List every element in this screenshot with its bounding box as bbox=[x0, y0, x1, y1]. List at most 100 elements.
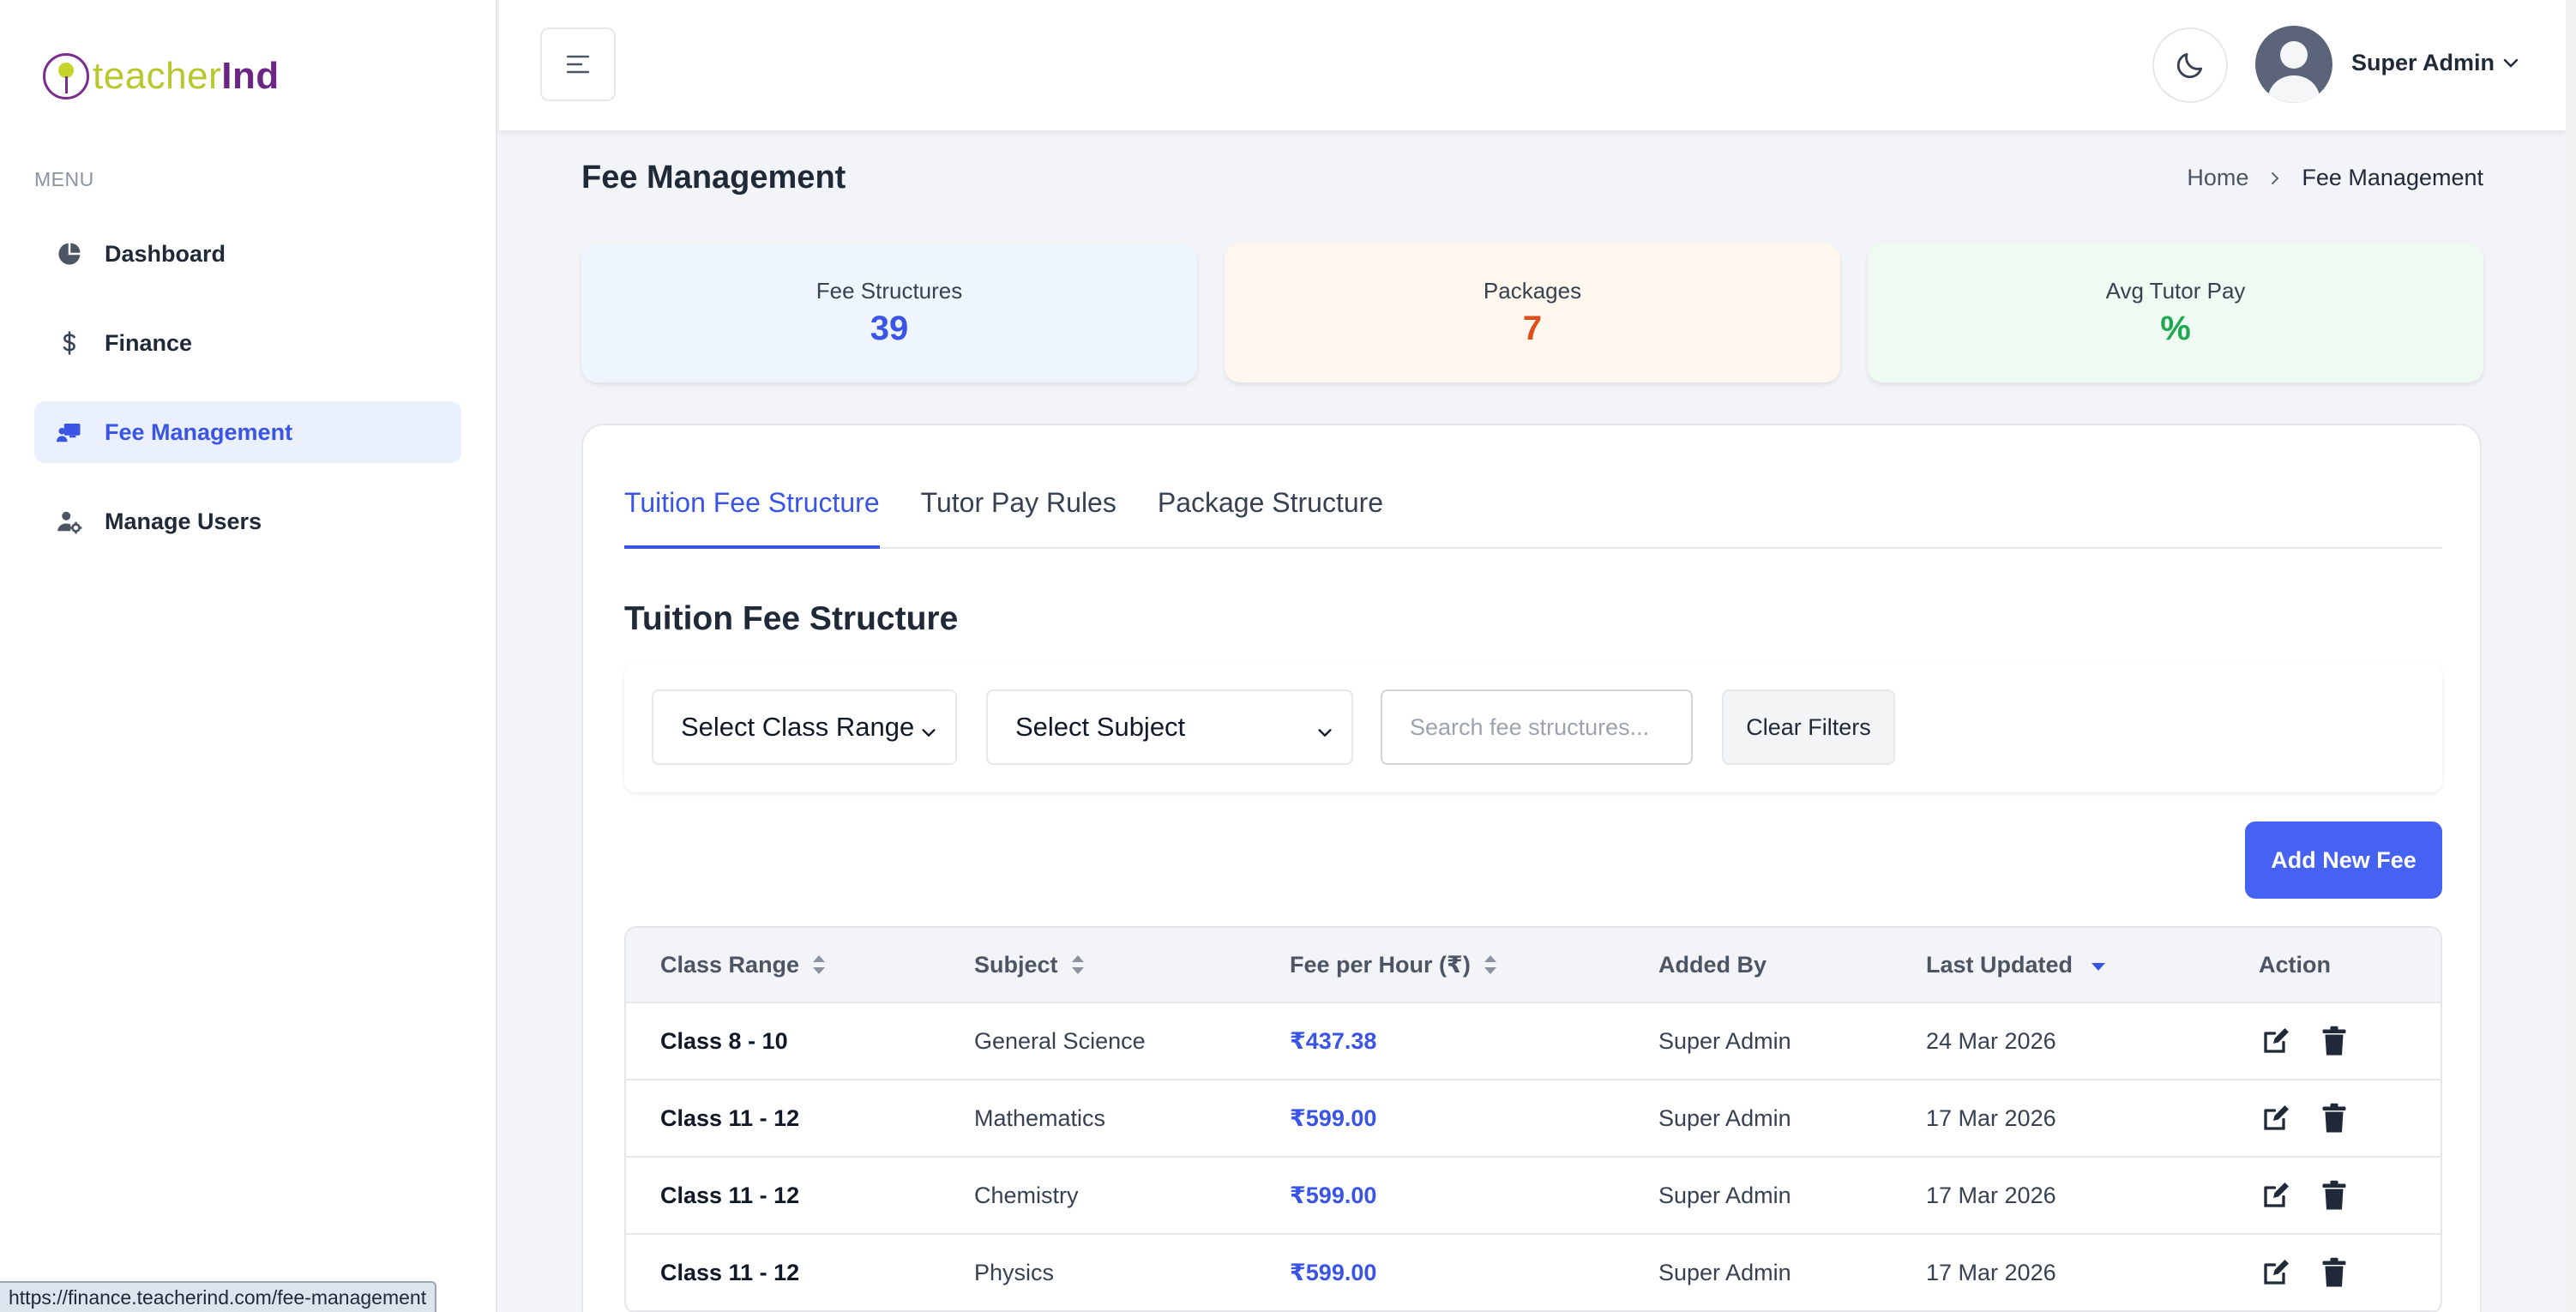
edit-icon[interactable] bbox=[2259, 1024, 2293, 1058]
section-title: Tuition Fee Structure bbox=[624, 600, 959, 637]
cell-actions bbox=[2259, 1080, 2375, 1156]
cell-subject: General Science bbox=[974, 1027, 1146, 1054]
cell-actions bbox=[2259, 1235, 2375, 1310]
sort-icon bbox=[811, 954, 827, 976]
sidebar-item-label: Dashboard bbox=[105, 240, 226, 267]
table-row: Class 11 - 12 Mathematics ₹599.00 Super … bbox=[626, 1080, 2441, 1158]
column-header-class-range[interactable]: Class Range bbox=[660, 928, 827, 1002]
breadcrumb-current: Fee Management bbox=[2302, 165, 2483, 190]
user-name[interactable]: Super Admin bbox=[2351, 50, 2495, 76]
sort-desc-icon bbox=[2090, 954, 2107, 976]
dark-mode-toggle[interactable] bbox=[2152, 27, 2228, 103]
avatar[interactable] bbox=[2255, 26, 2332, 103]
column-header-fee-per-hour[interactable]: Fee per Hour (₹) bbox=[1290, 928, 1498, 1002]
cell-last-updated: 17 Mar 2026 bbox=[1926, 1182, 2056, 1208]
sort-icon bbox=[1483, 954, 1498, 976]
subject-select[interactable]: Select Subject bbox=[986, 689, 1353, 765]
pie-chart-icon bbox=[55, 239, 84, 268]
status-bar-url: https://finance.teacherind.com/fee-manag… bbox=[0, 1281, 437, 1312]
cell-added-by: Super Admin bbox=[1658, 1259, 1791, 1285]
search-input[interactable] bbox=[1381, 689, 1693, 765]
add-new-fee-button[interactable]: Add New Fee bbox=[2245, 822, 2442, 899]
cell-actions bbox=[2259, 1158, 2375, 1233]
stat-value: 7 bbox=[1522, 310, 1543, 347]
cell-last-updated: 17 Mar 2026 bbox=[1926, 1104, 2056, 1131]
page-scrollbar[interactable] bbox=[2566, 0, 2576, 1312]
menu-toggle-button[interactable] bbox=[540, 27, 616, 101]
stat-card-packages: Packages 7 bbox=[1225, 244, 1840, 382]
cell-added-by: Super Admin bbox=[1658, 1182, 1791, 1208]
trash-icon[interactable] bbox=[2317, 1178, 2351, 1213]
cell-fee: ₹599.00 bbox=[1290, 1182, 1377, 1208]
edit-icon[interactable] bbox=[2259, 1101, 2293, 1135]
table-row: Class 8 - 10 General Science ₹437.38 Sup… bbox=[626, 1003, 2441, 1080]
chevron-right-icon bbox=[2267, 171, 2283, 186]
chevron-down-icon bbox=[1315, 719, 1334, 749]
clear-filters-button[interactable]: Clear Filters bbox=[1722, 689, 1895, 765]
class-range-select[interactable]: Select Class Range bbox=[652, 689, 957, 765]
cell-last-updated: 17 Mar 2026 bbox=[1926, 1259, 2056, 1285]
breadcrumb: Home Fee Management bbox=[2187, 165, 2483, 191]
stat-label: Avg Tutor Pay bbox=[2105, 278, 2246, 304]
breadcrumb-home-link[interactable]: Home bbox=[2187, 165, 2248, 191]
top-header: Super Admin bbox=[499, 0, 2566, 130]
cell-last-updated: 24 Mar 2026 bbox=[1926, 1027, 2056, 1054]
sidebar-item-label: Manage Users bbox=[105, 508, 262, 534]
cell-fee: ₹599.00 bbox=[1290, 1104, 1377, 1131]
cell-fee: ₹437.38 bbox=[1290, 1027, 1377, 1054]
stat-value: 39 bbox=[870, 310, 909, 347]
tab-tutor-pay-rules[interactable]: Tutor Pay Rules bbox=[921, 487, 1116, 549]
stat-card-fee-structures: Fee Structures 39 bbox=[581, 244, 1197, 382]
hamburger-icon bbox=[566, 55, 590, 74]
teacher-board-icon bbox=[55, 418, 84, 447]
table-row: Class 11 - 12 Physics ₹599.00 Super Admi… bbox=[626, 1235, 2441, 1312]
moon-icon bbox=[2176, 52, 2203, 79]
tab-package-structure[interactable]: Package Structure bbox=[1158, 487, 1383, 549]
logo-text-part2: Ind bbox=[221, 55, 280, 97]
filter-bar: Select Class Range Select Subject Clear … bbox=[624, 662, 2442, 792]
edit-icon[interactable] bbox=[2259, 1255, 2293, 1290]
class-range-select-value: Select Class Range bbox=[681, 712, 915, 742]
sidebar: teacherInd MENU Dashboard Finance Fee Ma… bbox=[0, 0, 497, 1312]
cell-actions bbox=[2259, 1003, 2375, 1079]
sidebar-item-finance[interactable]: Finance bbox=[34, 312, 461, 374]
cell-class-range: Class 11 - 12 bbox=[660, 1104, 800, 1131]
sidebar-item-fee-management[interactable]: Fee Management bbox=[34, 401, 461, 463]
menu-label: MENU bbox=[34, 168, 94, 190]
user-gear-icon bbox=[55, 507, 84, 536]
chevron-down-icon bbox=[919, 719, 938, 749]
table-header: Class Range Subject Fee per Hour (₹) Add… bbox=[626, 928, 2441, 1003]
cell-subject: Chemistry bbox=[974, 1182, 1079, 1208]
logo-text-part1: teacher bbox=[93, 55, 222, 97]
sort-icon bbox=[1070, 954, 1086, 976]
sidebar-item-label: Fee Management bbox=[105, 418, 293, 445]
tab-bar: Tuition Fee Structure Tutor Pay Rules Pa… bbox=[624, 487, 2442, 549]
cell-added-by: Super Admin bbox=[1658, 1104, 1791, 1131]
cell-fee: ₹599.00 bbox=[1290, 1259, 1377, 1285]
column-header-last-updated[interactable]: Last Updated bbox=[1926, 928, 2107, 1002]
edit-icon[interactable] bbox=[2259, 1178, 2293, 1213]
column-header-subject[interactable]: Subject bbox=[974, 928, 1086, 1002]
dollar-icon bbox=[55, 328, 84, 358]
cell-subject: Physics bbox=[974, 1259, 1055, 1285]
chevron-down-icon[interactable] bbox=[2501, 53, 2521, 78]
stat-card-avg-tutor-pay: Avg Tutor Pay % bbox=[1868, 244, 2483, 382]
trash-icon[interactable] bbox=[2317, 1101, 2351, 1135]
cell-class-range: Class 11 - 12 bbox=[660, 1182, 800, 1208]
stat-value: % bbox=[2160, 310, 2191, 347]
sidebar-item-dashboard[interactable]: Dashboard bbox=[34, 223, 461, 285]
fee-table: Class Range Subject Fee per Hour (₹) Add… bbox=[624, 926, 2442, 1312]
sidebar-item-manage-users[interactable]: Manage Users bbox=[34, 490, 461, 552]
cell-added-by: Super Admin bbox=[1658, 1027, 1791, 1054]
subject-select-value: Select Subject bbox=[1015, 712, 1186, 742]
brand-logo[interactable]: teacherInd bbox=[43, 53, 280, 99]
cell-class-range: Class 11 - 12 bbox=[660, 1259, 800, 1285]
tab-tuition-fee-structure[interactable]: Tuition Fee Structure bbox=[624, 487, 880, 549]
cell-class-range: Class 8 - 10 bbox=[660, 1027, 788, 1054]
trash-icon[interactable] bbox=[2317, 1255, 2351, 1290]
column-header-added-by: Added By bbox=[1658, 951, 1767, 978]
page-title: Fee Management bbox=[581, 159, 846, 196]
table-row: Class 11 - 12 Chemistry ₹599.00 Super Ad… bbox=[626, 1158, 2441, 1235]
cell-subject: Mathematics bbox=[974, 1104, 1106, 1131]
trash-icon[interactable] bbox=[2317, 1024, 2351, 1058]
